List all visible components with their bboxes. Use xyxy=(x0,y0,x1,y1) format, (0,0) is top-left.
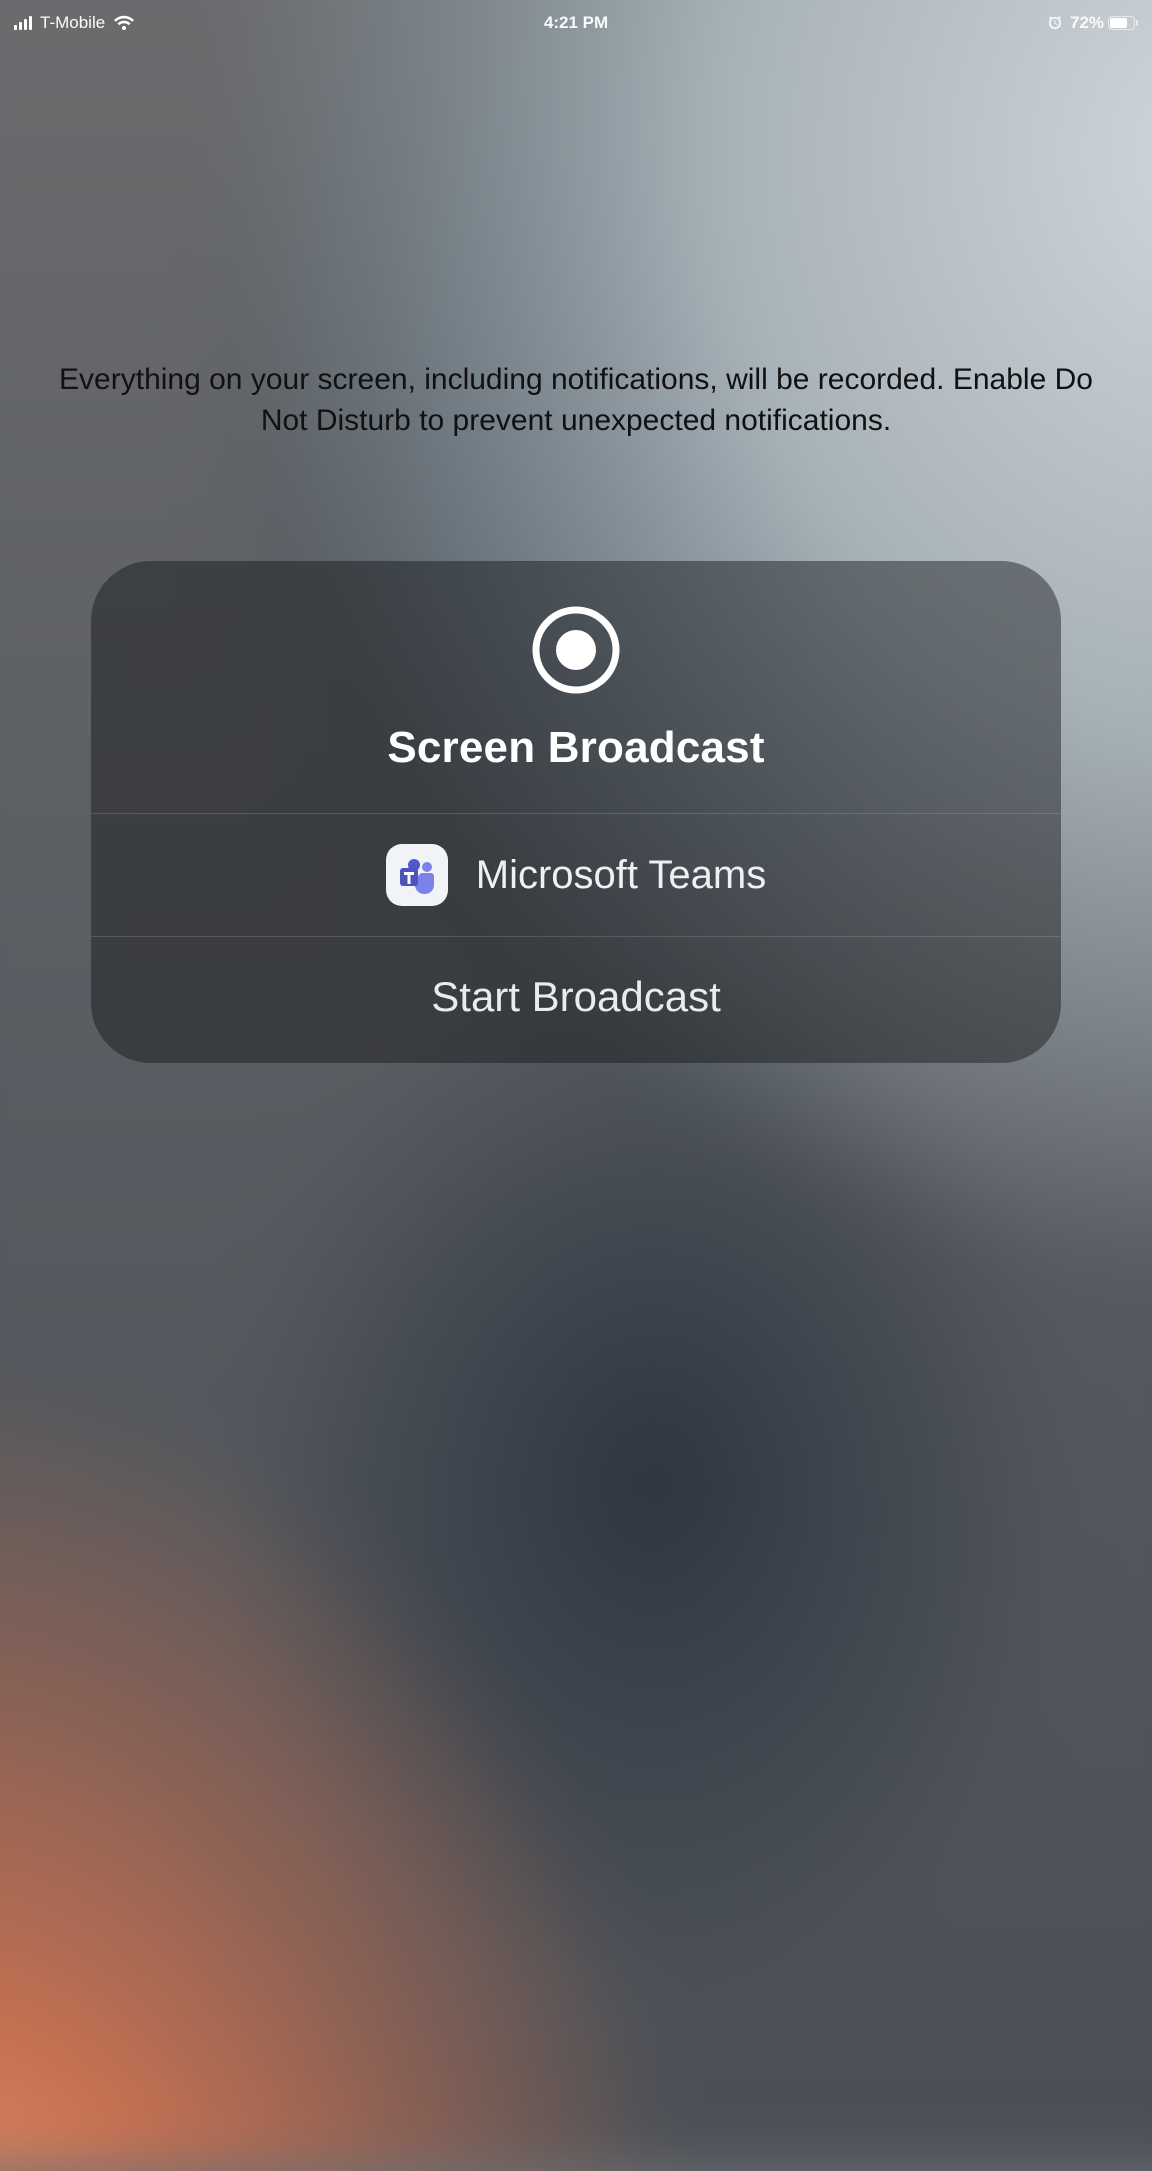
battery-percent-label: 72% xyxy=(1070,13,1104,33)
broadcast-app-name: Microsoft Teams xyxy=(476,853,766,898)
status-bar: T-Mobile 4:21 PM 72% xyxy=(0,0,1152,40)
broadcast-app-row[interactable]: Microsoft Teams xyxy=(91,813,1061,936)
start-broadcast-label: Start Broadcast xyxy=(431,973,720,1021)
wifi-icon xyxy=(113,15,135,31)
start-broadcast-button[interactable]: Start Broadcast xyxy=(91,936,1061,1063)
teams-app-icon xyxy=(386,844,448,906)
broadcast-title: Screen Broadcast xyxy=(115,723,1037,773)
broadcast-card-header: Screen Broadcast xyxy=(91,561,1061,813)
record-icon xyxy=(531,605,621,695)
broadcast-card: Screen Broadcast Microsoft Teams Start B… xyxy=(91,561,1061,1063)
battery-icon xyxy=(1108,16,1138,30)
carrier-label: T-Mobile xyxy=(40,13,105,33)
recording-warning-text: Everything on your screen, including not… xyxy=(46,360,1106,441)
clock-time: 4:21 PM xyxy=(544,13,608,32)
alarm-icon xyxy=(1046,14,1064,32)
cellular-signal-icon xyxy=(14,16,32,30)
